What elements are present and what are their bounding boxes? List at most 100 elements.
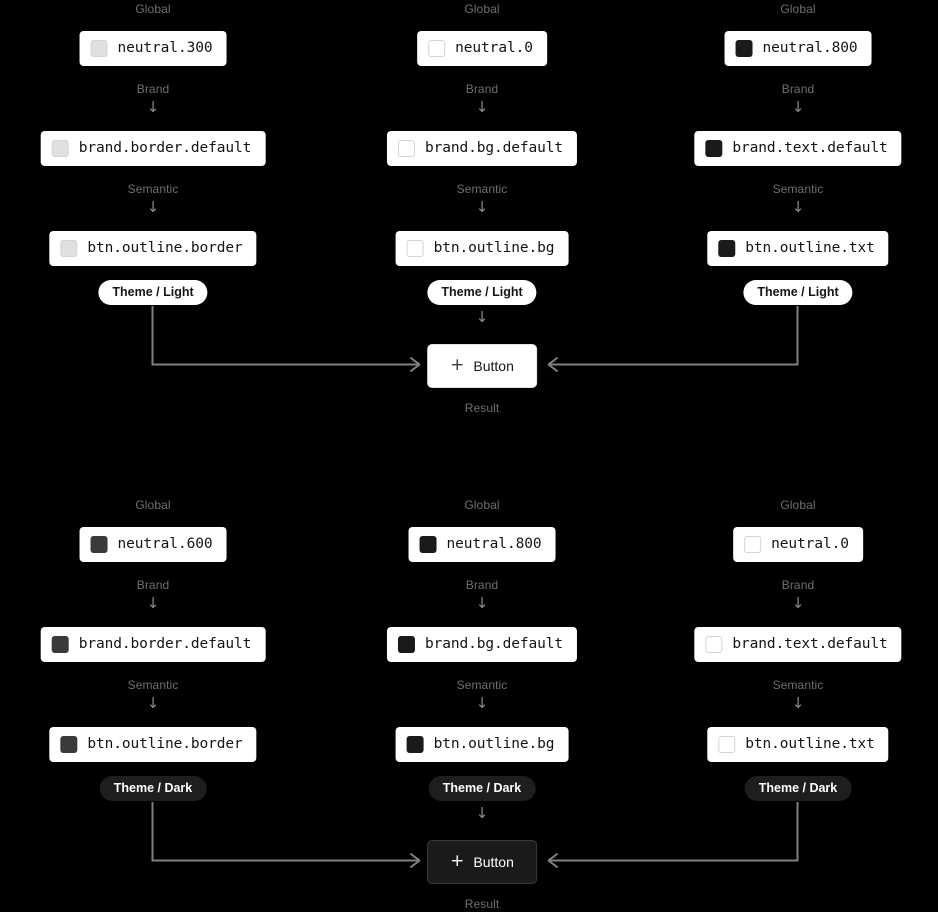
token-name: brand.bg.default: [424, 636, 564, 653]
token-name: brand.text.default: [732, 636, 888, 653]
token-name: neutral.0: [771, 536, 849, 553]
arrow-down-icon: ↓: [475, 804, 489, 822]
token-name: brand.border.default: [78, 140, 252, 157]
tier-label-semantic: Semantic: [772, 182, 824, 196]
theme-pill-label: Theme / Light: [427, 280, 537, 305]
arrow-down-icon: ↓: [146, 198, 160, 216]
token-card-global-border[interactable]: neutral.300: [79, 31, 227, 66]
color-swatch: [419, 536, 437, 553]
token-name: neutral.800: [446, 536, 542, 553]
theme-pill-dark-bg[interactable]: Theme / Dark: [428, 776, 536, 801]
color-swatch: [51, 636, 69, 653]
token-name: btn.outline.txt: [745, 736, 875, 753]
token-name: brand.bg.default: [424, 140, 564, 157]
token-name: neutral.800: [762, 40, 858, 57]
arrow-down-icon: ↓: [791, 198, 805, 216]
token-name: neutral.0: [455, 40, 533, 57]
token-name: neutral.600: [117, 536, 213, 553]
plus-icon: +: [450, 851, 465, 871]
token-card-semantic-text[interactable]: btn.outline.txt: [707, 231, 889, 266]
token-name: neutral.300: [117, 40, 213, 57]
arrow-down-icon: ↓: [146, 98, 160, 116]
token-card-brand-text[interactable]: brand.text.default: [694, 131, 902, 166]
result-button-label: Button: [473, 854, 514, 870]
token-card-brand-border[interactable]: brand.border.default: [40, 627, 266, 662]
plus-icon: +: [450, 355, 465, 375]
theme-pill-label: Theme / Dark: [99, 776, 207, 801]
tier-label-brand: Brand: [781, 82, 815, 96]
tier-label-global: Global: [780, 2, 816, 16]
color-swatch: [705, 140, 723, 157]
color-swatch: [51, 140, 69, 157]
arrow-down-icon: ↓: [475, 198, 489, 216]
token-name: btn.outline.bg: [433, 240, 555, 257]
color-swatch: [406, 240, 424, 257]
token-card-brand-border[interactable]: brand.border.default: [40, 131, 266, 166]
arrow-down-icon: ↓: [475, 594, 489, 612]
tier-label-global: Global: [464, 2, 500, 16]
arrow-down-icon: ↓: [791, 594, 805, 612]
tier-label-brand: Brand: [465, 82, 499, 96]
token-card-global-bg[interactable]: neutral.800: [408, 527, 556, 562]
result-button-label: Button: [473, 358, 514, 374]
tier-label-semantic: Semantic: [127, 678, 179, 692]
color-swatch: [60, 736, 78, 753]
token-card-global-text[interactable]: neutral.800: [724, 31, 872, 66]
result-button-dark[interactable]: + Button: [427, 840, 537, 884]
color-swatch: [90, 536, 108, 553]
color-swatch: [718, 240, 736, 257]
token-name: btn.outline.txt: [745, 240, 875, 257]
tier-label-semantic: Semantic: [127, 182, 179, 196]
token-card-brand-bg[interactable]: brand.bg.default: [386, 627, 578, 662]
token-card-brand-text[interactable]: brand.text.default: [694, 627, 902, 662]
tier-label-brand: Brand: [781, 578, 815, 592]
token-card-global-border[interactable]: neutral.600: [79, 527, 227, 562]
token-name: brand.border.default: [78, 636, 252, 653]
theme-pill-label: Theme / Light: [743, 280, 853, 305]
token-card-semantic-bg[interactable]: btn.outline.bg: [395, 727, 569, 762]
token-name: brand.text.default: [732, 140, 888, 157]
token-card-semantic-bg[interactable]: btn.outline.bg: [395, 231, 569, 266]
tier-label-brand: Brand: [136, 82, 170, 96]
theme-pill-label: Theme / Light: [98, 280, 208, 305]
token-name: btn.outline.bg: [433, 736, 555, 753]
color-swatch: [90, 40, 108, 57]
theme-pill-light-border[interactable]: Theme / Light: [98, 280, 208, 305]
token-pipeline-diagram: Global neutral.300 Brand ↓ brand.border.…: [0, 0, 938, 912]
theme-pill-label: Theme / Dark: [744, 776, 852, 801]
theme-pill-label: Theme / Dark: [428, 776, 536, 801]
theme-pill-light-text[interactable]: Theme / Light: [743, 280, 853, 305]
theme-pill-light-bg[interactable]: Theme / Light: [427, 280, 537, 305]
color-swatch: [705, 636, 723, 653]
color-swatch: [718, 736, 736, 753]
token-card-semantic-border[interactable]: btn.outline.border: [49, 231, 257, 266]
arrow-down-icon: ↓: [475, 308, 489, 326]
tier-label-result: Result: [464, 401, 500, 415]
result-button-light[interactable]: + Button: [427, 344, 537, 388]
token-card-global-text[interactable]: neutral.0: [733, 527, 863, 562]
token-card-semantic-border[interactable]: btn.outline.border: [49, 727, 257, 762]
arrow-down-icon: ↓: [791, 694, 805, 712]
arrow-down-icon: ↓: [146, 594, 160, 612]
arrow-down-icon: ↓: [475, 98, 489, 116]
tier-label-result: Result: [464, 897, 500, 911]
arrow-down-icon: ↓: [791, 98, 805, 116]
tier-label-global: Global: [135, 498, 171, 512]
tier-label-global: Global: [780, 498, 816, 512]
tier-label-semantic: Semantic: [772, 678, 824, 692]
token-card-semantic-text[interactable]: btn.outline.txt: [707, 727, 889, 762]
color-swatch: [60, 240, 78, 257]
tier-label-semantic: Semantic: [456, 182, 508, 196]
color-swatch: [397, 636, 415, 653]
token-card-brand-bg[interactable]: brand.bg.default: [386, 131, 578, 166]
tier-label-global: Global: [464, 498, 500, 512]
arrow-down-icon: ↓: [475, 694, 489, 712]
tier-label-brand: Brand: [465, 578, 499, 592]
theme-pill-dark-border[interactable]: Theme / Dark: [99, 776, 207, 801]
theme-pill-dark-text[interactable]: Theme / Dark: [744, 776, 852, 801]
color-swatch: [397, 140, 415, 157]
token-card-global-bg[interactable]: neutral.0: [417, 31, 547, 66]
color-swatch: [744, 536, 762, 553]
tier-label-semantic: Semantic: [456, 678, 508, 692]
tier-label-brand: Brand: [136, 578, 170, 592]
